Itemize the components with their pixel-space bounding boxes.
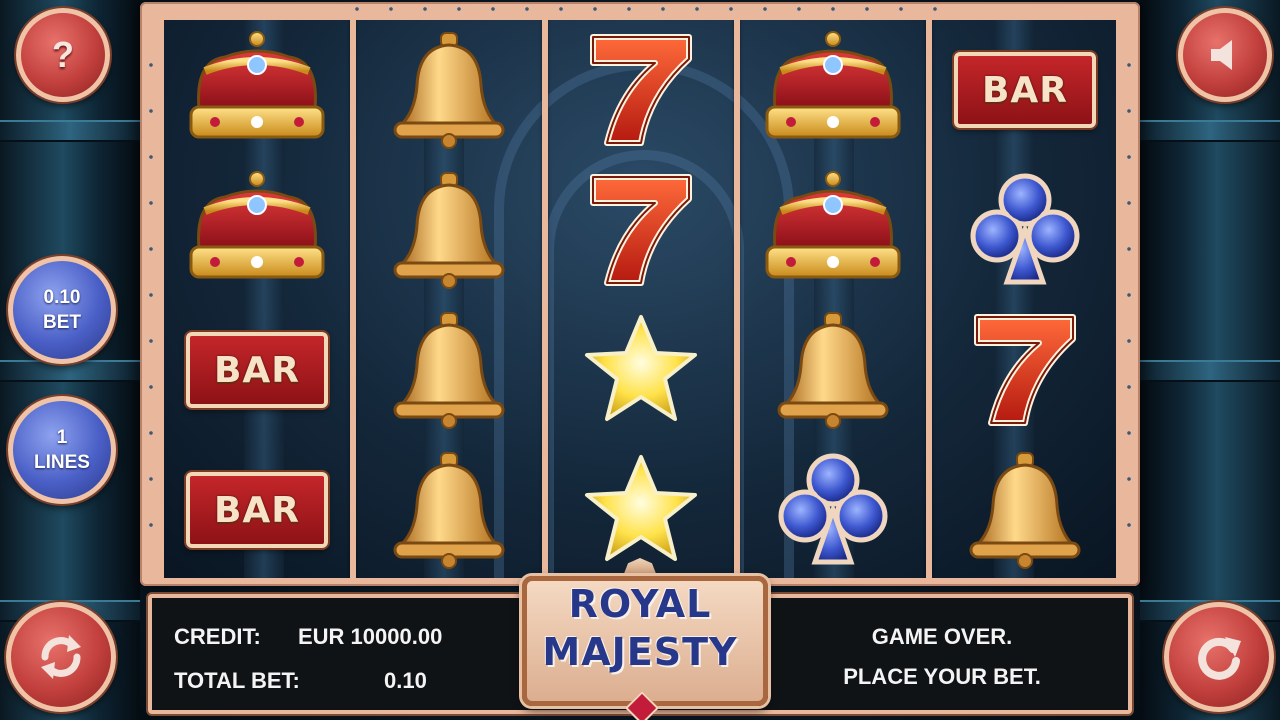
club-symbol <box>932 160 1116 300</box>
crown-symbol <box>740 20 926 160</box>
frame-rivets-right <box>1126 42 1132 562</box>
bet-button[interactable]: 0.10 BET <box>8 256 116 364</box>
bet-label: BET <box>43 312 81 333</box>
crown-symbol <box>740 160 926 300</box>
crown-icon <box>189 171 325 279</box>
bell-symbol <box>932 440 1116 578</box>
seven-symbol <box>932 300 1116 440</box>
speaker-icon <box>1211 40 1232 70</box>
help-button[interactable]: ? <box>16 8 110 102</box>
seven-symbol <box>548 160 734 300</box>
logo-title-line1: ROYAL <box>568 582 712 626</box>
reels-frame: BAR BAR BAR <box>140 2 1140 586</box>
crown-symbol <box>164 20 350 160</box>
crown-symbol <box>164 160 350 300</box>
bell-symbol <box>356 160 542 300</box>
game-screen: BAR BAR BAR ? 0.10 BET 1 LINES CREDIT: E… <box>0 0 1280 720</box>
club-icon <box>778 453 888 565</box>
reel-4 <box>740 20 926 578</box>
bell-symbol <box>356 300 542 440</box>
bar-symbol: BAR <box>932 20 1116 160</box>
club-icon <box>970 173 1080 285</box>
bar-plate: BAR <box>186 472 328 548</box>
star-symbol <box>548 300 734 440</box>
reel-1: BAR BAR <box>164 20 350 578</box>
lines-button[interactable]: 1 LINES <box>8 396 116 504</box>
lines-label: LINES <box>34 452 90 473</box>
bar-symbol: BAR <box>164 440 350 578</box>
help-icon: ? <box>52 34 74 75</box>
crown-icon <box>765 31 901 139</box>
lines-value: 1 <box>56 427 68 448</box>
bell-symbol <box>356 20 542 160</box>
autoplay-icon <box>41 635 81 679</box>
seven-icon <box>590 174 692 286</box>
credit-label: CREDIT: <box>174 624 261 649</box>
reel-3 <box>548 20 734 578</box>
bell-symbol <box>740 300 926 440</box>
bar-text: BAR <box>981 69 1069 111</box>
bell-icon <box>393 312 505 429</box>
bell-icon <box>393 32 505 149</box>
crown-icon <box>765 171 901 279</box>
spin-button[interactable] <box>1164 602 1274 712</box>
bell-icon <box>777 312 889 429</box>
bell-icon <box>393 452 505 569</box>
reel-2 <box>356 20 542 578</box>
status-line-2: PLACE YOUR BET. <box>843 664 1041 689</box>
total-bet-value: 0.10 <box>384 668 427 693</box>
total-bet-label: TOTAL BET: <box>174 668 300 693</box>
crown-icon <box>189 31 325 139</box>
bell-icon <box>969 452 1081 569</box>
bar-text: BAR <box>213 489 301 531</box>
bar-symbol: BAR <box>164 300 350 440</box>
game-logo: ROYAL MAJESTY <box>508 552 772 720</box>
bar-text: BAR <box>213 349 301 391</box>
bet-value: 0.10 <box>43 287 81 308</box>
frame-rivets-left <box>148 42 154 562</box>
autoplay-button[interactable] <box>6 602 116 712</box>
seven-icon <box>590 34 692 146</box>
bar-plate: BAR <box>186 332 328 408</box>
reel-5: BAR <box>932 20 1116 578</box>
credit-value: EUR 10000.00 <box>298 624 443 649</box>
seven-symbol <box>548 20 734 160</box>
seven-icon <box>974 314 1076 426</box>
bell-icon <box>393 172 505 289</box>
frame-rivets <box>340 6 940 12</box>
star-icon <box>585 455 697 561</box>
sound-button[interactable] <box>1178 8 1272 102</box>
reel-area: BAR BAR BAR <box>164 20 1116 578</box>
status-line-1: GAME OVER. <box>871 624 1013 649</box>
star-icon <box>585 315 697 421</box>
spin-icon <box>1198 637 1241 680</box>
bar-plate: BAR <box>954 52 1096 128</box>
logo-title-line2: MAJESTY <box>542 630 738 674</box>
